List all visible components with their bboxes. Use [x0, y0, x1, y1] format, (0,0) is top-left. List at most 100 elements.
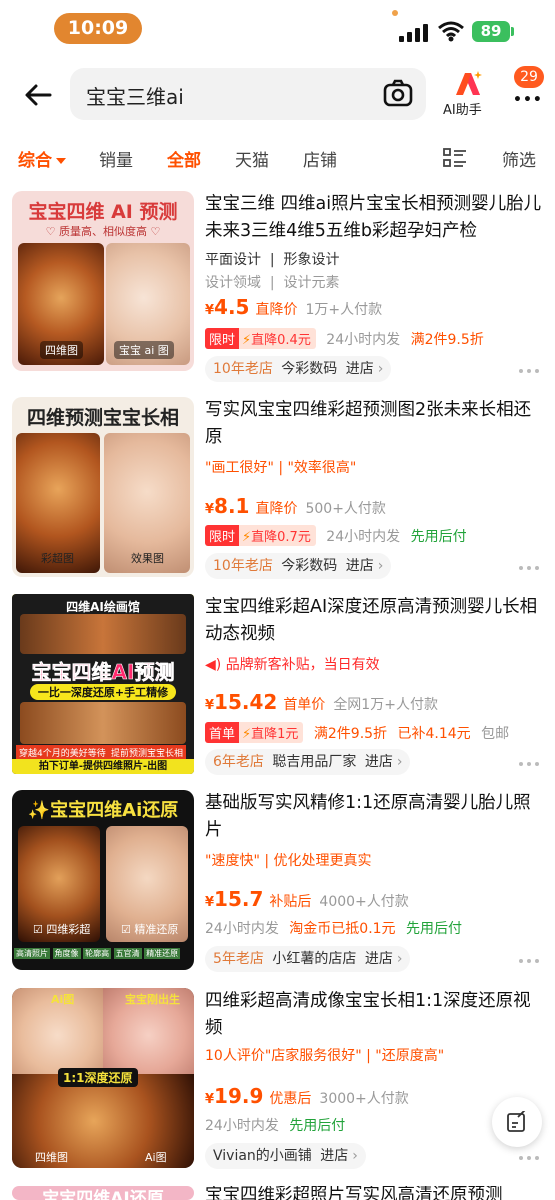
thumb-left-label: ☑ 四维彩超: [28, 920, 95, 938]
promo-row: 首单 ⚡直降1元 满2件9.5折 已补4.14元 包邮: [205, 722, 509, 743]
bolt-icon: ⚡: [242, 530, 252, 545]
product-card[interactable]: Ai图 宝宝刚出生 1:1深度还原 四维图 Ai图 四维彩超高清成像宝宝长相1:…: [0, 988, 555, 1184]
currency-symbol: ¥: [205, 1092, 215, 1107]
back-arrow-icon[interactable]: [20, 77, 56, 113]
product-title[interactable]: 四维彩超高清成像宝宝长相1:1深度还原视频: [205, 988, 545, 1042]
product-thumbnail[interactable]: 四维AI绘画馆 宝宝四维AI预测 一比一深度还原+手工精修 穿越4个月的美好等待…: [12, 594, 194, 774]
product-card[interactable]: 四维AI绘画馆 宝宝四维AI预测 一比一深度还原+手工精修 穿越4个月的美好等待…: [0, 594, 555, 790]
enter-store-label: 进店: [345, 558, 374, 574]
shipping-info: 24小时内发: [326, 529, 401, 545]
thumb-right-label: 效果图: [131, 552, 164, 565]
thumb-footer: 拍下订单-提供四维照片-出图: [12, 759, 194, 774]
ai-baby-image: 宝宝 ai 图: [106, 243, 190, 365]
tab-comprehensive[interactable]: 综合: [18, 146, 66, 171]
more-options-icon[interactable]: [519, 959, 539, 965]
price-row: ¥15.7 补贴后 4000+人付款: [205, 887, 409, 911]
store-link[interactable]: 10年老店 今彩数码 进店 ›: [205, 356, 392, 382]
store-link[interactable]: 10年老店 今彩数码 进店 ›: [205, 553, 392, 579]
sold-count: 500+人付款: [305, 501, 386, 517]
review-quote: "速度快" | 优化处理更真实: [205, 853, 372, 869]
store-link[interactable]: 5年老店 小红薯的店店 进店 ›: [205, 946, 411, 972]
price-drop-text: 直降0.4元: [251, 333, 311, 348]
tab-filter[interactable]: 筛选: [502, 146, 536, 171]
product-thumbnail[interactable]: Ai图 宝宝刚出生 1:1深度还原 四维图 Ai图: [12, 988, 194, 1168]
thumb-left-label: 彩超图: [41, 552, 74, 565]
discount-info: 满2件9.5折: [410, 332, 484, 348]
tab-tmall[interactable]: 天猫: [235, 146, 269, 171]
product-card[interactable]: 宝宝四维 AI 预测 ♡ 质量高、相似度高 ♡ 四维图 宝宝 ai 图 宝宝三维…: [0, 191, 555, 387]
product-card[interactable]: 宝宝四维AI还原 宝宝四维彩超照片写实风高清还原预测: [0, 1186, 555, 1200]
product-info: 宝宝四维彩超照片写实风高清还原预测: [205, 1186, 545, 1200]
speaker-icon: ◀): [205, 657, 222, 673]
feature-chip: 高清照片: [14, 948, 50, 959]
price-label: 优惠后: [269, 1091, 312, 1107]
subsidy-text: 品牌新客补贴，当日有效: [225, 657, 380, 673]
promo-tag: 限时: [205, 525, 240, 546]
feature-chip: 五官清: [113, 948, 142, 959]
product-info: 四维彩超高清成像宝宝长相1:1深度还原视频 10人评价"店家服务很好" | "还…: [205, 988, 545, 1169]
ai-helper-button[interactable]: AI助手: [438, 68, 498, 120]
coin-discount: 淘金币已抵0.1元: [289, 921, 396, 937]
attribute-values: 平面设计 | 形象设计: [205, 252, 340, 268]
search-input[interactable]: 宝宝三维ai: [70, 68, 426, 120]
thumb-header: 四维AI绘画馆: [66, 600, 140, 614]
message-count-badge: 29: [514, 66, 544, 88]
attr-value: 平面设计: [205, 252, 261, 268]
list-layout-icon[interactable]: [443, 147, 467, 169]
thumb-label-ai-2: Ai图: [145, 1151, 167, 1164]
wifi-icon: [438, 21, 464, 42]
store-name: 今彩数码: [281, 558, 338, 574]
more-options-icon[interactable]: [519, 1156, 539, 1162]
ai-helper-icon: [456, 71, 482, 95]
product-title[interactable]: 宝宝四维彩超AI深度还原高清预测婴儿长相动态视频: [205, 594, 545, 648]
product-thumbnail[interactable]: ✨宝宝四维Ai还原 ☑ 四维彩超 ☑ 精准还原 高清照片 角度像 轮廓高 五官清…: [12, 790, 194, 970]
product-thumbnail[interactable]: 宝宝四维AI还原: [12, 1186, 194, 1200]
product-title[interactable]: 写实风宝宝四维彩超预测图2张未来长相还原: [205, 397, 545, 451]
enter-store-label: 进店: [364, 951, 393, 967]
thumb-label-4d: 四维图: [35, 1151, 68, 1164]
feature-chip: 轮廓高: [83, 948, 112, 959]
ultrasound-image: 彩超图: [16, 433, 100, 573]
shipping-info: 24小时内发: [205, 1118, 279, 1134]
more-options-icon[interactable]: [519, 566, 539, 572]
tab-sales[interactable]: 销量: [99, 146, 133, 171]
feature-chip: 角度像: [52, 948, 81, 959]
chevron-right-icon: ›: [352, 1148, 358, 1164]
product-title[interactable]: 基础版写实风精修1:1还原高清婴儿胎儿照片: [205, 790, 545, 844]
product-title[interactable]: 宝宝四维彩超照片写实风高清还原预测: [205, 1186, 545, 1200]
enter-store-label: 进店: [320, 1148, 349, 1164]
more-options-icon[interactable]: [519, 762, 539, 768]
store-link[interactable]: 6年老店 聪吉用品厂家 进店 ›: [205, 749, 411, 775]
store-years: 10年老店: [213, 558, 273, 574]
ai-helper-label: AI助手: [443, 103, 482, 118]
product-info: 宝宝四维彩超AI深度还原高清预测婴儿长相动态视频 ◀) 品牌新客补贴，当日有效 …: [205, 594, 545, 775]
currency-symbol: ¥: [205, 895, 215, 910]
currency-symbol: ¥: [205, 303, 215, 318]
more-options-icon[interactable]: [519, 369, 539, 375]
price-row: ¥19.9 优惠后 3000+人付款: [205, 1084, 409, 1108]
store-link[interactable]: Vivian的小画铺 进店 ›: [205, 1143, 366, 1169]
product-card[interactable]: ✨宝宝四维Ai还原 ☑ 四维彩超 ☑ 精准还原 高清照片 角度像 轮廓高 五官清…: [0, 790, 555, 986]
thumb-label-restore: 1:1深度还原: [58, 1068, 138, 1087]
thumb-photo-strip: [20, 702, 186, 744]
price-label: 首单价: [283, 697, 326, 713]
tab-store[interactable]: 店铺: [303, 146, 337, 171]
sold-count: 3000+人付款: [319, 1091, 409, 1107]
product-card[interactable]: 四维预测宝宝长相 彩超图 效果图 写实风宝宝四维彩超预测图2张未来长相还原 "画…: [0, 397, 555, 593]
thumb-feature-strip: 高清照片 角度像 轮廓高 五官清 精准还原: [14, 948, 192, 966]
thumb-banner: 提前预测宝宝长相: [108, 745, 187, 760]
camera-icon[interactable]: [382, 78, 414, 110]
feedback-button[interactable]: [492, 1097, 542, 1147]
search-query: 宝宝三维ai: [86, 85, 184, 109]
price: 4.5: [214, 295, 250, 319]
thumb-photo-strip: [20, 614, 186, 654]
price-drop-text: 直降1元: [251, 727, 299, 742]
tab-all[interactable]: 全部: [167, 146, 201, 171]
product-thumbnail[interactable]: 宝宝四维 AI 预测 ♡ 质量高、相似度高 ♡ 四维图 宝宝 ai 图: [12, 191, 194, 371]
pay-later-info: 先用后付: [289, 1118, 346, 1134]
product-title[interactable]: 宝宝三维 四维ai照片宝宝长相预测婴儿胎儿未来3三维4维5五维b彩超孕妇产检: [205, 191, 545, 245]
product-info: 宝宝三维 四维ai照片宝宝长相预测婴儿胎儿未来3三维4维5五维b彩超孕妇产检 平…: [205, 191, 545, 382]
product-thumbnail[interactable]: 四维预测宝宝长相 彩超图 效果图: [12, 397, 194, 577]
more-menu-icon[interactable]: •••: [513, 92, 543, 108]
free-shipping: 包邮: [481, 726, 510, 742]
